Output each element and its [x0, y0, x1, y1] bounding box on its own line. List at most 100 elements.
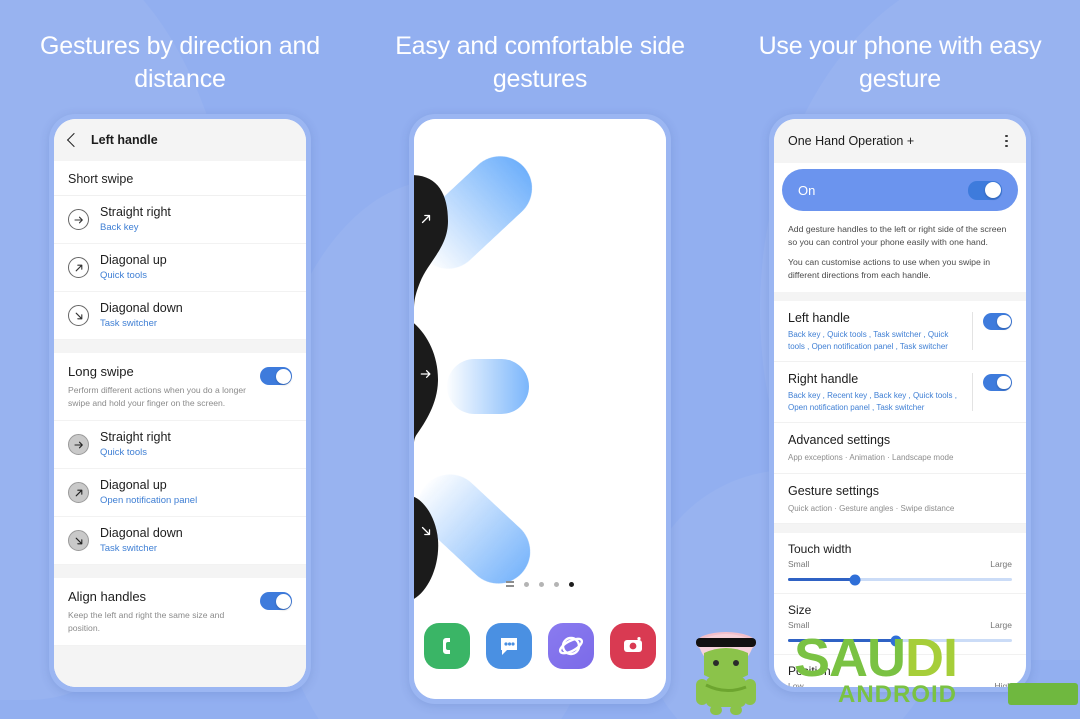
long-swipe-toggle-row[interactable]: Long swipe Perform different actions whe…	[54, 353, 306, 421]
align-handles-title: Align handles	[68, 589, 147, 604]
arrow-right-icon	[68, 434, 89, 455]
app-bar-title: One Hand Operation +	[788, 134, 915, 148]
slider-fill	[788, 639, 896, 642]
slider-position[interactable]: Position Low High	[774, 655, 1026, 687]
arrow-up-right-icon	[419, 212, 433, 226]
list-item[interactable]: Diagonal down Task switcher	[54, 517, 306, 565]
home-pages-icon[interactable]	[506, 581, 514, 587]
section-header-short-swipe: Short swipe	[54, 161, 306, 196]
section-divider	[54, 565, 306, 578]
list-empty-area	[54, 646, 306, 687]
long-swipe-title: Long swipe	[68, 364, 134, 379]
slider-max-label: Large	[990, 559, 1012, 569]
page-indicator[interactable]	[414, 581, 666, 587]
list-item-value: Quick tools	[100, 270, 147, 281]
master-toggle-row[interactable]: On	[782, 169, 1018, 211]
master-toggle-label: On	[798, 182, 816, 198]
description-paragraph: You can customise actions to use when yo…	[788, 257, 991, 280]
left-handle-toggle[interactable]	[983, 313, 1012, 330]
list-item-value: Quick tools	[100, 447, 147, 458]
description-paragraph: Add gesture handles to the left or right…	[788, 224, 1007, 247]
phone-mockup-middle	[409, 114, 671, 704]
list-item-title: Left handle	[788, 311, 850, 325]
align-handles-toggle[interactable]	[260, 592, 292, 610]
slider-fill	[788, 578, 856, 581]
list-item[interactable]: Straight right Quick tools	[54, 421, 306, 469]
section-divider	[774, 292, 1026, 301]
slider-min-label: Small	[788, 620, 810, 630]
list-item-right-handle[interactable]: Right handle Back key , Recent key , Bac…	[774, 362, 1026, 423]
list-item-title: Diagonal up	[100, 253, 167, 267]
list-item-value: Task switcher	[100, 543, 158, 554]
section-divider	[54, 340, 306, 353]
long-swipe-toggle[interactable]	[260, 367, 292, 385]
list-item-subtitle: Back key , Recent key , Back key , Quick…	[788, 391, 957, 412]
list-item-subtitle: Back key , Quick tools , Task switcher ,…	[788, 330, 949, 351]
slider-title: Position	[788, 664, 831, 678]
list-item-value: Back key	[100, 222, 139, 233]
headline-right: Use your phone with easy gesture	[758, 32, 1042, 93]
list-item-value: Task switcher	[100, 318, 158, 329]
headline-left: Gestures by direction and distance	[40, 32, 320, 93]
promo-columns: Gestures by direction and distance Left …	[0, 0, 1080, 719]
slider-touch-width[interactable]: Touch width Small Large	[774, 533, 1026, 594]
page-dot[interactable]	[539, 581, 544, 587]
master-toggle[interactable]	[968, 180, 1002, 200]
slider-thumb[interactable]	[890, 635, 902, 646]
slider-title: Touch width	[788, 542, 852, 556]
settings-list[interactable]: Short swipe Straight right Back key Diag…	[54, 161, 306, 687]
list-item[interactable]: Straight right Back key	[54, 196, 306, 244]
app-bar: One Hand Operation +	[774, 119, 1026, 163]
arrow-down-right-icon	[68, 530, 89, 551]
page-dot-active[interactable]	[569, 581, 574, 587]
slider-max-label: Large	[990, 620, 1012, 630]
internet-planet-icon[interactable]	[548, 623, 594, 669]
list-item-title: Diagonal down	[100, 526, 183, 540]
app-bar: Left handle	[54, 119, 306, 161]
slider-size[interactable]: Size Small Large	[774, 594, 1026, 655]
gesture-handles-group[interactable]	[414, 119, 666, 699]
vertical-divider	[972, 373, 973, 411]
align-handles-row[interactable]: Align handles Keep the left and right th…	[54, 578, 306, 646]
phone-mockup-left: Left handle Short swipe Straight right B…	[49, 114, 311, 692]
page-dot[interactable]	[554, 581, 559, 587]
right-handle-toggle[interactable]	[983, 374, 1012, 391]
slider-min-label: Low	[788, 681, 804, 687]
kebab-menu-icon[interactable]	[1001, 131, 1012, 152]
phone-icon[interactable]	[424, 623, 470, 669]
column-left: Gestures by direction and distance Left …	[0, 0, 360, 719]
arrow-up-right-icon	[68, 482, 89, 503]
description-block: Add gesture handles to the left or right…	[774, 211, 1026, 292]
list-item-advanced-settings[interactable]: Advanced settings App exceptions · Anima…	[774, 423, 1026, 474]
list-item-gesture-settings[interactable]: Gesture settings Quick action · Gesture …	[774, 473, 1026, 524]
headline-middle: Easy and comfortable side gestures	[395, 32, 685, 93]
slider-thumb[interactable]	[849, 574, 861, 585]
list-item-title: Diagonal down	[100, 301, 183, 315]
slider-track[interactable]	[788, 574, 1012, 585]
home-screen	[414, 119, 666, 699]
arrow-down-right-icon	[68, 305, 89, 326]
list-item-title: Gesture settings	[788, 483, 880, 498]
app-dock	[414, 623, 666, 669]
align-handles-subtitle: Keep the left and right the same size an…	[68, 610, 225, 633]
app-bar-title: Left handle	[91, 133, 158, 147]
phone-screen-right: One Hand Operation + On Add gesture hand…	[774, 119, 1026, 687]
page-dot[interactable]	[524, 581, 529, 587]
slider-track[interactable]	[788, 635, 1012, 646]
list-item-title: Advanced settings	[788, 433, 891, 447]
list-item[interactable]: Diagonal down Task switcher	[54, 292, 306, 340]
list-item[interactable]: Diagonal up Open notification panel	[54, 469, 306, 517]
list-item-value: Open notification panel	[100, 495, 198, 506]
list-item-title: Straight right	[100, 205, 171, 219]
list-item-title: Straight right	[100, 430, 171, 444]
phone-screen-left: Left handle Short swipe Straight right B…	[54, 119, 306, 687]
message-bubble-icon[interactable]	[486, 623, 532, 669]
slider-title: Size	[788, 603, 812, 617]
list-item-subtitle: Quick action · Gesture angles · Swipe di…	[788, 503, 955, 513]
long-swipe-subtitle: Perform different actions when you do a …	[68, 385, 247, 408]
chevron-left-icon[interactable]	[66, 132, 82, 148]
list-item-left-handle[interactable]: Left handle Back key , Quick tools , Tas…	[774, 301, 1026, 362]
camera-icon[interactable]	[610, 623, 656, 669]
list-item[interactable]: Diagonal up Quick tools	[54, 244, 306, 292]
list-item-title: Diagonal up	[100, 478, 167, 492]
